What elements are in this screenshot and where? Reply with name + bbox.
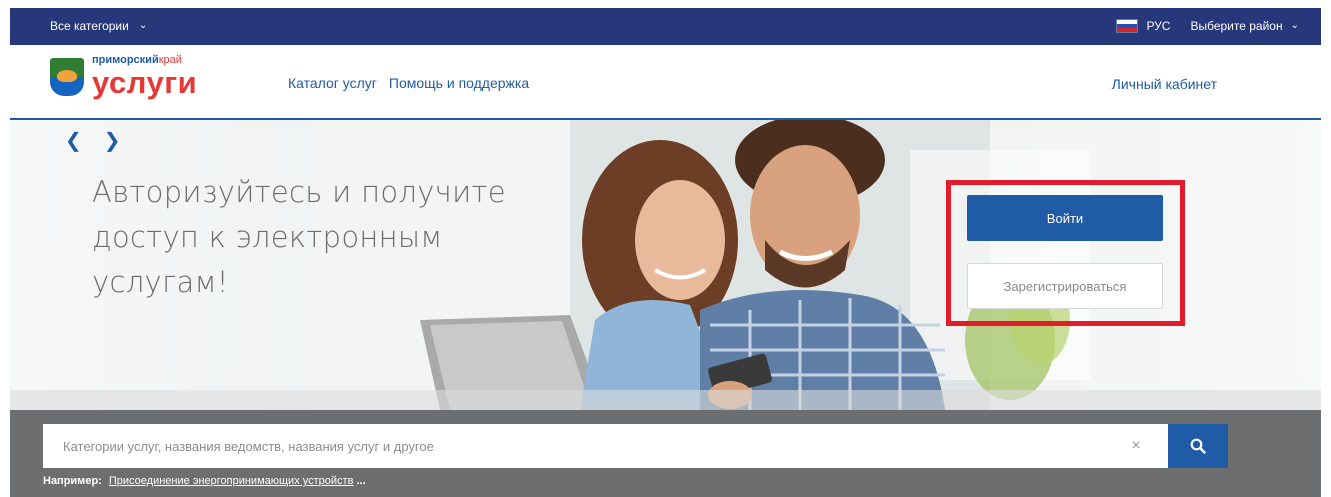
example-more: ... xyxy=(356,475,366,487)
district-dropdown[interactable]: Выберите район ⌄ xyxy=(1190,19,1299,33)
logo-text: приморскийкрай услуги xyxy=(92,55,198,100)
chevron-left-icon[interactable]: ❮ xyxy=(65,128,82,153)
search-box: × xyxy=(43,424,1228,468)
site-logo[interactable]: приморскийкрай услуги xyxy=(50,55,197,98)
search-button[interactable] xyxy=(1168,424,1228,468)
example-link[interactable]: Присоединение энергопринимающих устройст… xyxy=(109,475,354,487)
chevron-down-icon: ⌄ xyxy=(1290,19,1299,31)
nav-catalog[interactable]: Каталог услуг xyxy=(288,75,377,91)
chevron-right-icon[interactable]: ❯ xyxy=(104,128,121,153)
site-header: приморскийкрай услуги Каталог услуг Помо… xyxy=(10,45,1321,120)
district-label: Выберите район xyxy=(1190,19,1283,33)
highlight-frame xyxy=(946,180,1185,326)
nav-help[interactable]: Помощь и поддержка xyxy=(389,75,529,91)
search-input[interactable] xyxy=(43,424,1116,468)
top-bar-right: РУС Выберите район ⌄ xyxy=(1116,19,1299,33)
search-example: Например: Присоединение энергопринимающи… xyxy=(43,475,366,487)
slider-arrows: ❮ ❯ xyxy=(65,128,121,153)
all-categories-dropdown[interactable]: Все категории ⌄ xyxy=(50,19,147,33)
clear-icon[interactable]: × xyxy=(1116,437,1156,455)
all-categories-label: Все категории xyxy=(50,19,129,33)
logo-title: услуги xyxy=(92,65,198,100)
coat-of-arms-icon xyxy=(50,57,84,96)
language-switch[interactable]: РУС xyxy=(1146,19,1170,33)
search-icon xyxy=(1190,438,1206,454)
hero-title: Авторизуйтесь и получите доступ к электр… xyxy=(92,175,506,299)
search-band: × Например: Присоединение энергопринимаю… xyxy=(10,410,1321,497)
main-nav: Каталог услуг Помощь и поддержка xyxy=(288,75,529,91)
personal-account-link[interactable]: Личный кабинет xyxy=(1112,76,1217,92)
hero-banner: ❮ ❯ Авторизуйтесь и получите доступ к эл… xyxy=(10,120,1321,410)
chevron-down-icon: ⌄ xyxy=(138,19,148,31)
top-bar: Все категории ⌄ РУС Выберите район ⌄ xyxy=(10,8,1321,45)
russia-flag-icon xyxy=(1116,19,1139,33)
example-label: Например: xyxy=(43,475,102,487)
